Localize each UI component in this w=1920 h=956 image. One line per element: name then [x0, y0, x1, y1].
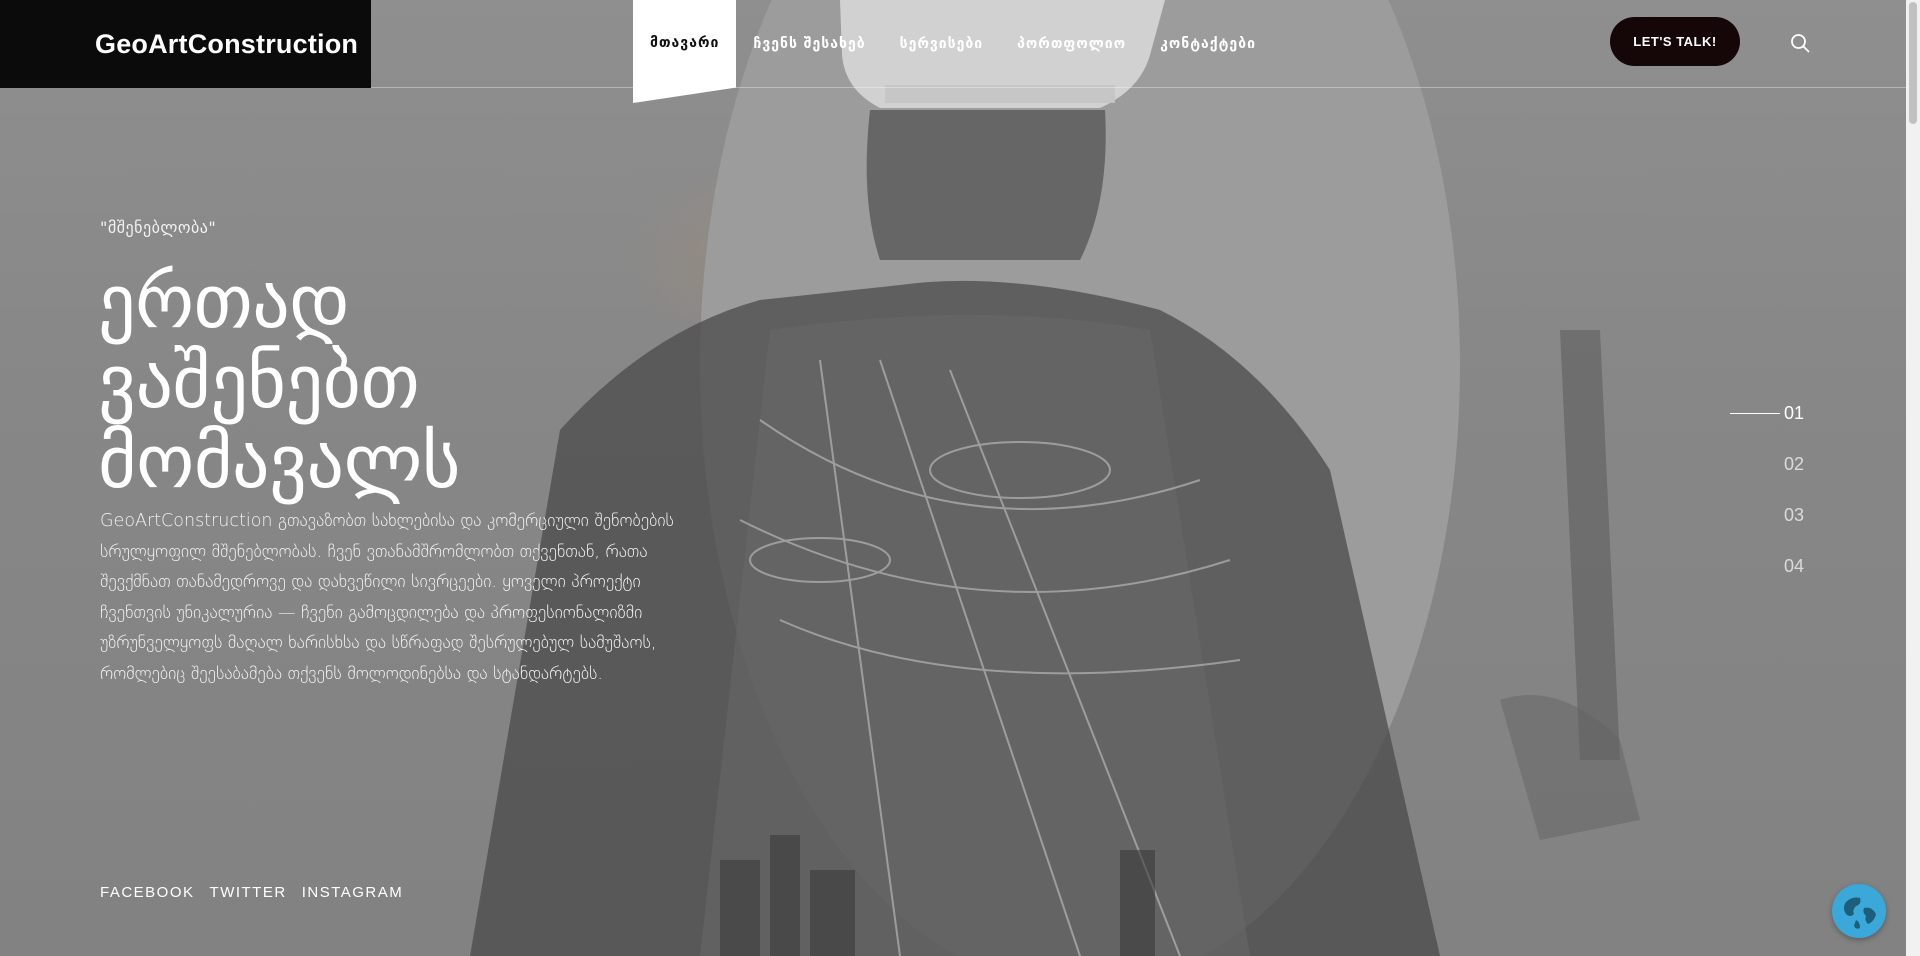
twitter-link[interactable]: TWITTER — [210, 884, 287, 901]
nav-item-contacts[interactable]: კონტაქტები — [1143, 0, 1273, 88]
pager-number[interactable]: 04 — [1784, 556, 1808, 577]
globe-icon — [1834, 886, 1884, 936]
hero-headline-line: ვაშენებთ — [98, 339, 420, 425]
main-nav: მთავარი ჩვენს შესახებ სერვისები პორთფოლი… — [633, 0, 1273, 103]
pager-item-2[interactable]: 02 — [1728, 439, 1808, 490]
pager-item-4[interactable]: 04 — [1728, 541, 1808, 592]
pager-number[interactable]: 03 — [1784, 505, 1808, 526]
pager-item-3[interactable]: 03 — [1728, 490, 1808, 541]
instagram-link[interactable]: INSTAGRAM — [302, 884, 404, 901]
logo-text[interactable]: GeoArtConstruction — [95, 29, 358, 60]
pager-active-line — [1730, 413, 1780, 414]
pager-number[interactable]: 02 — [1784, 454, 1808, 475]
globe-widget-button[interactable] — [1832, 884, 1886, 938]
nav-item-about[interactable]: ჩვენს შესახებ — [736, 0, 882, 88]
hero-headline-line: მომავალს — [98, 419, 461, 505]
pager-item-1[interactable]: 01 — [1728, 388, 1808, 439]
search-icon[interactable] — [1790, 33, 1810, 53]
nav-item-portfolio[interactable]: პორთფოლიო — [1000, 0, 1143, 88]
hero-headline: ერთად ვაშენებთ მომავალს — [98, 262, 658, 502]
social-links: FACEBOOK TWITTER INSTAGRAM — [100, 884, 403, 901]
facebook-link[interactable]: FACEBOOK — [100, 884, 195, 901]
site-header: GeoArtConstruction მთავარი ჩვენს შესახებ… — [0, 0, 1906, 103]
scrollbar-thumb[interactable] — [1909, 2, 1917, 124]
hero-eyebrow: "მშენებლობა" — [100, 218, 217, 237]
lets-talk-button[interactable]: LET'S TALK! — [1610, 17, 1740, 66]
page-scrollbar[interactable] — [1906, 0, 1920, 956]
slide-pager: 01 02 03 04 — [1728, 388, 1808, 592]
hero-headline-line: ერთად — [98, 259, 350, 345]
pager-number[interactable]: 01 — [1784, 403, 1808, 424]
logo[interactable]: GeoArtConstruction — [0, 0, 371, 88]
nav-item-services[interactable]: სერვისები — [883, 0, 1001, 88]
nav-item-home[interactable]: მთავარი — [633, 0, 737, 103]
hero-description: GeoArtConstruction გთავაზობთ სახლებისა დ… — [100, 511, 674, 684]
